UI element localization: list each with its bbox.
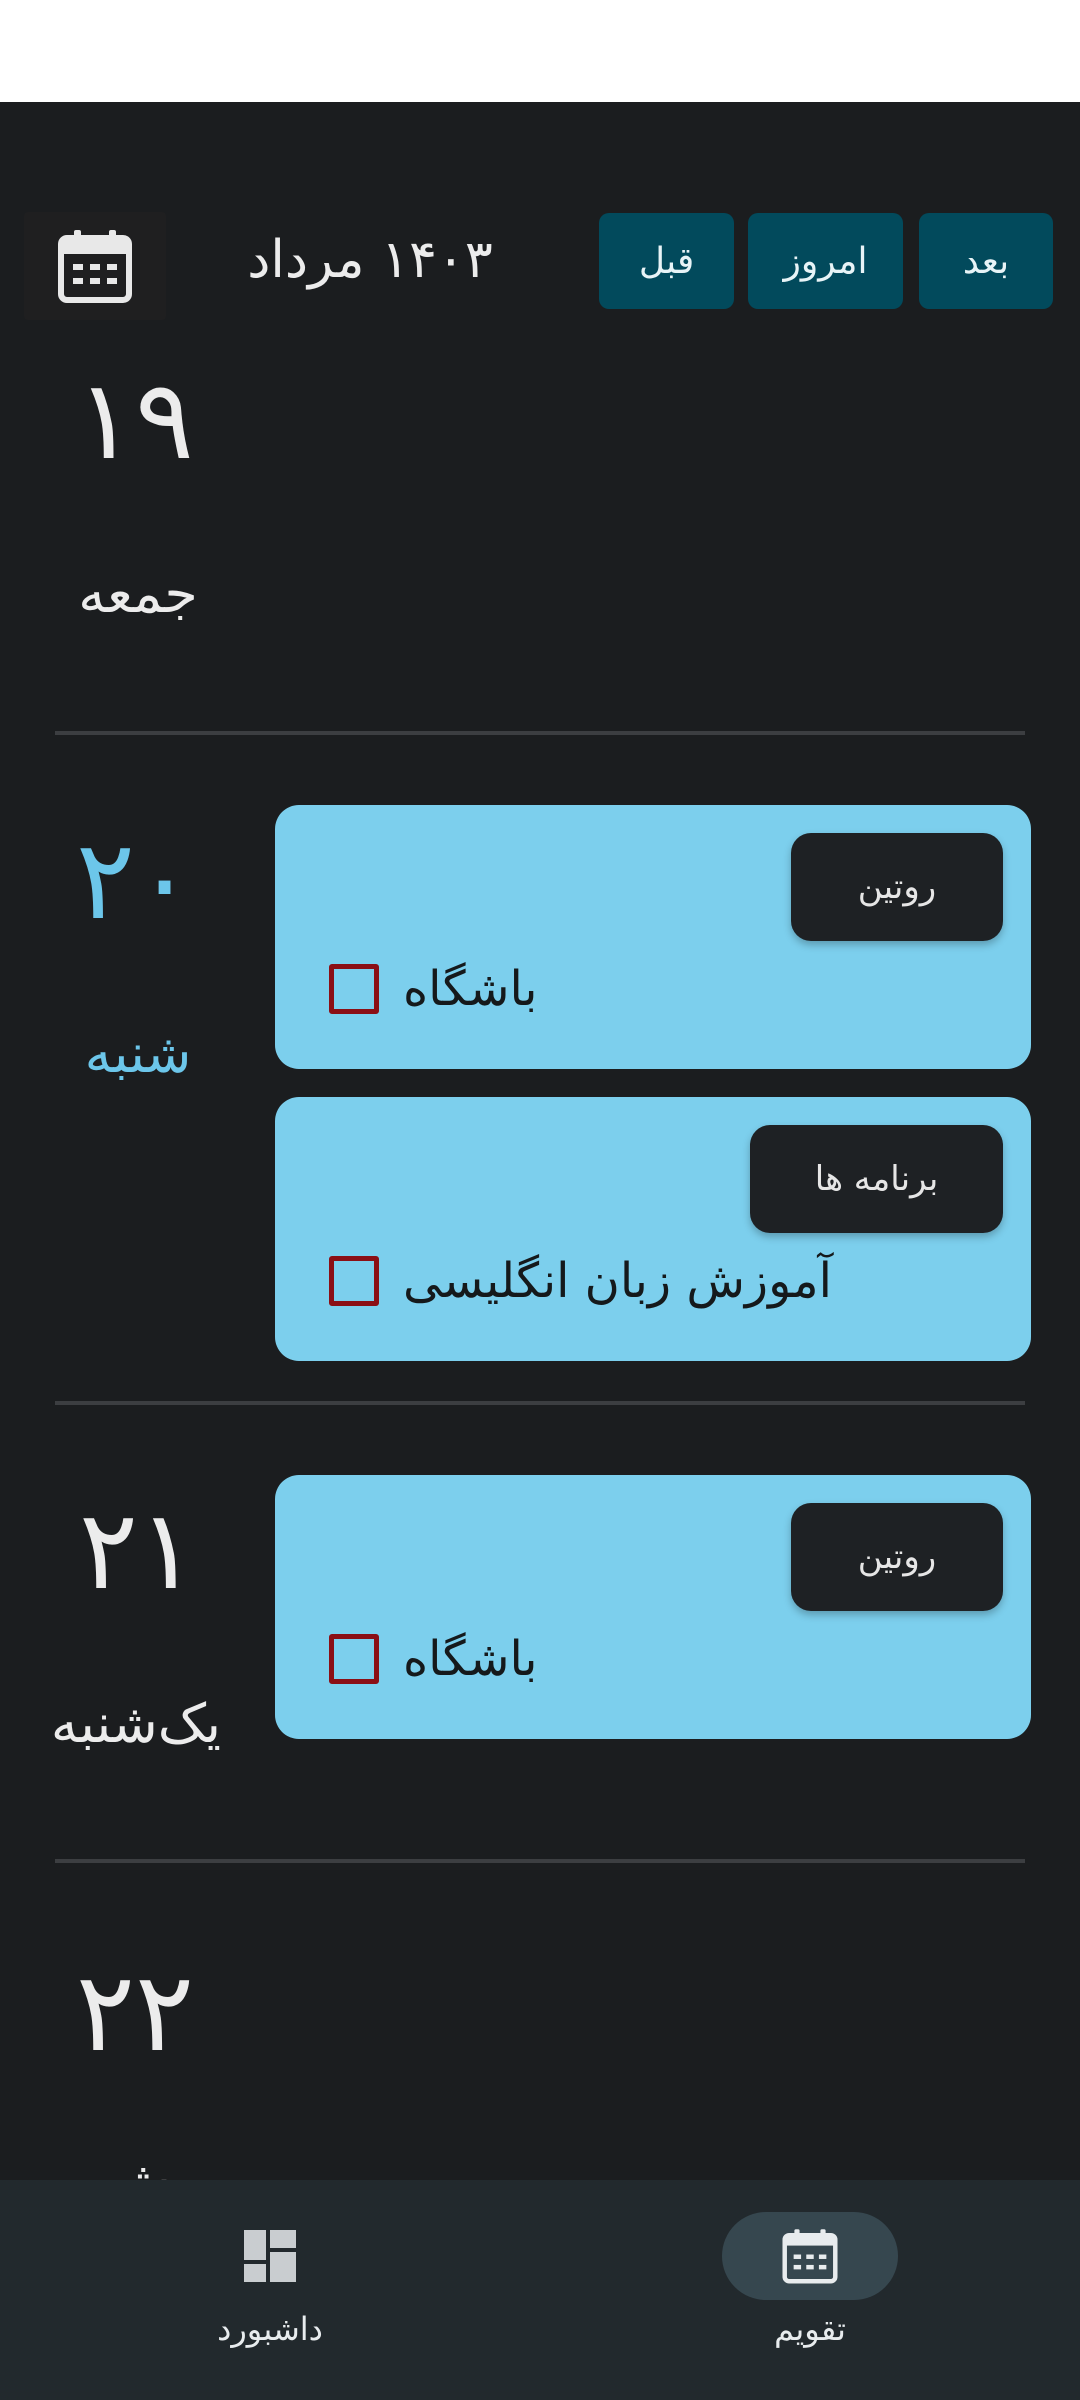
day-divider (55, 1401, 1025, 1405)
previous-button[interactable]: قبل (599, 213, 734, 309)
bottom-navigation: تقویم داشبورد (0, 2180, 1080, 2400)
month-title: ۱۴۰۳ مرداد (247, 230, 493, 290)
day-divider (55, 731, 1025, 735)
event-title: باشگاه (403, 961, 538, 1017)
event-category-tag: برنامه ها (750, 1125, 1003, 1233)
next-button[interactable]: بعد (919, 213, 1053, 309)
event-title: باشگاه (403, 1631, 538, 1687)
calendar-picker-button[interactable] (24, 212, 166, 320)
event-row: باشگاه (329, 953, 537, 1025)
event-category-tag: روتین (791, 833, 1003, 941)
day-name: یک‌شنبه (50, 1692, 222, 1755)
nav-item-dashboard[interactable]: داشبورد (140, 2212, 400, 2362)
day-name: جمعه (78, 562, 198, 625)
day-number: ۱۹ (75, 356, 195, 484)
nav-icon-indicator (182, 2212, 358, 2300)
nav-item-calendar[interactable]: تقویم (680, 2212, 940, 2362)
event-checkbox[interactable] (329, 1634, 379, 1684)
day-number: ۲۲ (75, 1948, 195, 2076)
dashboard-icon (244, 2230, 296, 2282)
day-name: شنبه (84, 1022, 192, 1085)
status-bar (0, 0, 1080, 102)
event-row: باشگاه (329, 1623, 537, 1695)
today-button[interactable]: امروز (748, 213, 903, 309)
day-number: ۲۰ (75, 816, 195, 944)
nav-label-dashboard: داشبورد (217, 2310, 323, 2348)
nav-label-calendar: تقویم (774, 2310, 846, 2348)
event-card[interactable]: روتین باشگاه (275, 1475, 1031, 1739)
event-card[interactable]: برنامه ها آموزش زبان انگلیسی (275, 1097, 1031, 1361)
calendar-icon (782, 2229, 838, 2284)
event-row: آموزش زبان انگلیسی (329, 1245, 832, 1317)
event-checkbox[interactable] (329, 1256, 379, 1306)
calendar-screen: بعد امروز قبل ۱۴۰۳ مرداد ۱۹ جمعه ۲۰ شنبه… (0, 102, 1080, 2180)
event-checkbox[interactable] (329, 964, 379, 1014)
day-divider (55, 1859, 1025, 1863)
event-card[interactable]: روتین باشگاه (275, 805, 1031, 1069)
calendar-header: بعد امروز قبل ۱۴۰۳ مرداد (0, 102, 1080, 362)
nav-icon-indicator (722, 2212, 898, 2300)
event-category-tag: روتین (791, 1503, 1003, 1611)
day-number: ۲۱ (78, 1486, 198, 1614)
day-name: ش (8, 2142, 268, 2180)
calendar-icon (58, 230, 132, 303)
event-title: آموزش زبان انگلیسی (403, 1253, 832, 1309)
